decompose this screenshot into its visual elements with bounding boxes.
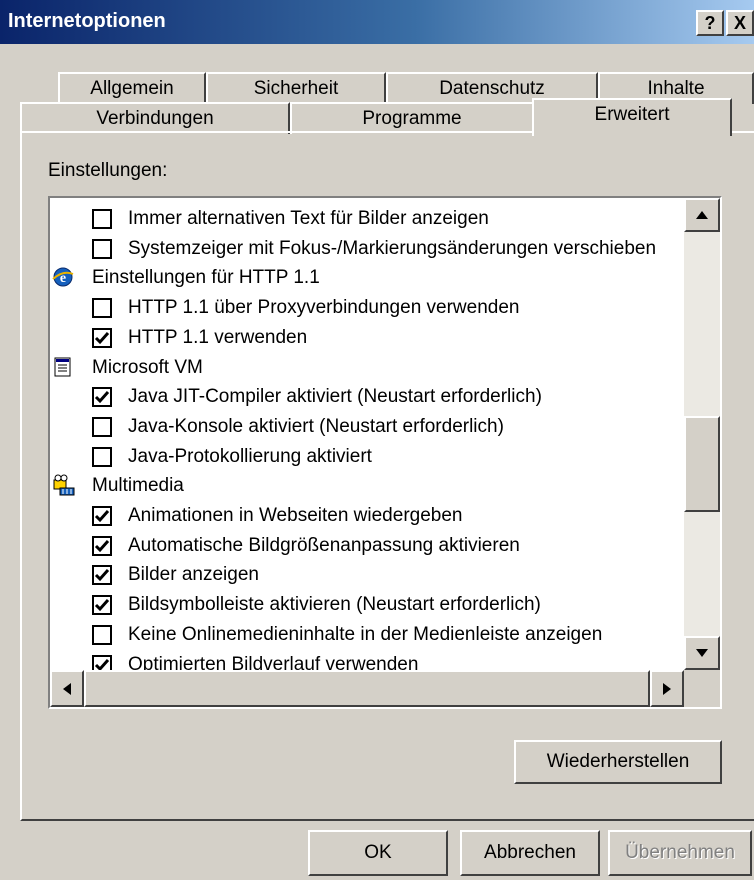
- help-button[interactable]: ?: [696, 10, 724, 36]
- horizontal-scrollbar[interactable]: [50, 670, 684, 707]
- setting-label: Automatische Bildgrößenanpassung aktivie…: [128, 534, 520, 556]
- group-label: Multimedia: [92, 475, 184, 497]
- checkbox[interactable]: [92, 238, 112, 259]
- checkbox-checked[interactable]: [92, 327, 112, 348]
- checkmark-icon: [94, 599, 110, 612]
- setting-label: HTTP 1.1 über Proxyverbindungen verwende…: [128, 297, 520, 319]
- setting-label: Java-Protokollierung aktiviert: [128, 445, 372, 467]
- scroll-right-button[interactable]: [650, 670, 684, 707]
- checkbox[interactable]: [92, 298, 112, 319]
- window-title: Internetoptionen: [8, 10, 166, 32]
- apply-button[interactable]: Übernehmen: [608, 830, 752, 876]
- checkbox[interactable]: [92, 624, 112, 645]
- setting-label: Animationen in Webseiten wiedergeben: [128, 505, 463, 526]
- tab-programme[interactable]: Programme: [290, 102, 534, 134]
- checkmark-icon: [94, 569, 110, 582]
- group-label: Microsoft VM: [92, 356, 203, 378]
- tab-erweitert[interactable]: Erweitert: [532, 98, 732, 136]
- checkbox[interactable]: [92, 446, 112, 467]
- title-bar[interactable]: Internetoptionen ? X: [0, 0, 754, 44]
- close-button[interactable]: X: [726, 10, 754, 36]
- scroll-left-button[interactable]: [50, 670, 84, 707]
- setting-label: Keine Onlinemedieninhalte in der Medienl…: [128, 623, 603, 645]
- ie-icon: e: [52, 266, 74, 288]
- arrow-left-icon: [63, 683, 71, 695]
- checkbox[interactable]: [92, 416, 112, 437]
- settings-label: Einstellungen:: [48, 160, 168, 181]
- setting-label: Bildsymbolleiste aktivieren (Neustart er…: [128, 594, 541, 616]
- setting-label: Java JIT-Compiler aktiviert (Neustart er…: [128, 386, 542, 408]
- cancel-button[interactable]: Abbrechen: [460, 830, 600, 876]
- arrow-up-icon: [696, 211, 708, 219]
- document-icon: [52, 356, 74, 378]
- checkmark-icon: [94, 391, 110, 404]
- checkbox[interactable]: [92, 209, 112, 229]
- group-label: Einstellungen für HTTP 1.1: [92, 267, 320, 289]
- scroll-corner: [684, 670, 720, 707]
- arrow-right-icon: [663, 683, 671, 695]
- checkmark-icon: [94, 331, 110, 344]
- setting-label: Bilder anzeigen: [128, 564, 259, 586]
- checkmark-icon: [94, 510, 110, 523]
- setting-label: HTTP 1.1 verwenden: [128, 326, 308, 348]
- hscroll-thumb[interactable]: [84, 670, 650, 707]
- ok-button[interactable]: OK: [308, 830, 448, 876]
- settings-list[interactable]: Immer alternativen Text für Bilder anzei…: [48, 196, 722, 709]
- tab-verbindungen[interactable]: Verbindungen: [20, 102, 290, 134]
- checkbox-checked[interactable]: [92, 595, 112, 616]
- checkbox-checked[interactable]: [92, 565, 112, 586]
- checkbox-checked[interactable]: [92, 506, 112, 526]
- vertical-scrollbar[interactable]: [684, 198, 720, 670]
- checkmark-icon: [94, 539, 110, 552]
- restore-button[interactable]: Wiederherstellen: [514, 740, 722, 784]
- scroll-down-button[interactable]: [684, 636, 720, 670]
- checkbox-checked[interactable]: [92, 387, 112, 408]
- checkbox-checked[interactable]: [92, 535, 112, 556]
- setting-label: Systemzeiger mit Fokus-/Markierungsänder…: [128, 237, 657, 259]
- multimedia-icon: [52, 474, 75, 496]
- setting-label: Immer alternativen Text für Bilder anzei…: [128, 208, 489, 229]
- tab-allgemein[interactable]: Allgemein: [58, 72, 206, 104]
- tab-sicherheit[interactable]: Sicherheit: [206, 72, 386, 104]
- setting-label: Java-Konsole aktiviert (Neustart erforde…: [128, 415, 504, 437]
- scroll-up-button[interactable]: [684, 198, 720, 232]
- arrow-down-icon: [696, 649, 708, 657]
- scroll-thumb[interactable]: [684, 416, 720, 512]
